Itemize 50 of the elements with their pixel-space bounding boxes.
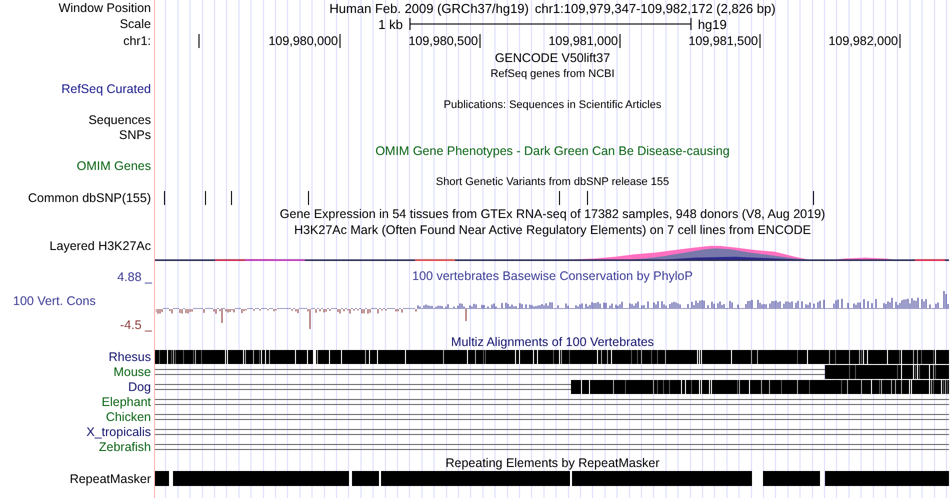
track-label[interactable]: RepeatMasker — [70, 472, 151, 486]
track-title: GENCODE V50lift37 — [494, 52, 610, 64]
snp-tick — [231, 191, 232, 205]
position-text: chr1:109,979,347-109,982,172 (2,826 bp) — [534, 2, 776, 14]
track-label[interactable]: 100 Vert. Cons — [0, 294, 96, 308]
tick-label: 109,980,500 — [408, 34, 478, 48]
axis-min-label: -4.5 _ — [120, 318, 152, 331]
tick-label: 109,980,000 — [268, 34, 338, 48]
tick-label: 109,981,500 — [688, 34, 758, 48]
repeat-block — [155, 471, 169, 486]
species-label[interactable]: Elephant — [102, 396, 151, 409]
track-label: chr1: — [123, 34, 151, 48]
species-label[interactable]: Rhesus — [108, 351, 151, 364]
track-label[interactable]: Sequences — [88, 114, 151, 127]
track-label: Scale — [120, 18, 151, 30]
tick-mark — [198, 34, 200, 48]
axis-max-label: 4.88 _ — [117, 271, 152, 284]
track-label[interactable]: OMIM Genes — [76, 160, 151, 173]
species-label[interactable]: Dog — [128, 381, 151, 394]
repeat-block — [352, 471, 379, 486]
track-title: 100 vertebrates Basewise Conservation by PhyloP — [412, 270, 693, 282]
species-label[interactable]: X_tropicalis — [86, 426, 151, 439]
track-title: Repeating Elements by RepeatMasker — [445, 456, 660, 470]
tick-label: 109,982,000 — [828, 34, 898, 48]
track-label[interactable]: SNPs — [119, 129, 151, 142]
track-label: Window Position — [58, 2, 151, 14]
track-title: Short Genetic Variants from dbSNP release 155 — [436, 176, 670, 188]
track-title: Multiz Alignments of 100 Vertebrates — [451, 336, 654, 348]
species-label[interactable]: Zebrafish — [98, 441, 151, 454]
track-title: Publications: Sequences in Scientific Articles — [444, 100, 662, 110]
tick-label: 109,981,000 — [548, 34, 618, 48]
species-label[interactable]: Chicken — [106, 411, 151, 424]
snp-tick — [205, 191, 206, 205]
track-label[interactable]: Layered H3K27Ac — [50, 240, 151, 252]
snp-tick — [587, 191, 588, 205]
repeat-block — [763, 471, 820, 486]
snp-tick — [308, 191, 309, 205]
track-title: H3K27Ac Mark (Often Found Near Active Regulatory Elements) on 7 cell lines from ENCODE — [294, 224, 811, 236]
scale-length: 1 kb — [378, 18, 403, 30]
snp-tick — [559, 191, 560, 205]
species-label[interactable]: Mouse — [113, 366, 151, 379]
snp-tick — [164, 191, 165, 205]
scale-assembly: hg19 — [698, 18, 727, 30]
track-title: RefSeq genes from NCBI — [490, 68, 615, 80]
track-title: OMIM Gene Phenotypes - Dark Green Can Be Disease-causing — [375, 144, 730, 158]
track-label[interactable]: Common dbSNP(155) — [28, 192, 151, 204]
track-title: Gene Expression in 54 tissues from GTEx RNA-seq of 17382 samples, 948 donors (V8, Aug 2019) — [280, 208, 826, 220]
snp-tick — [813, 191, 814, 205]
track-label[interactable]: RefSeq Curated — [61, 83, 151, 96]
assembly-text: Human Feb. 2009 (GRCh37/hg19) — [329, 2, 529, 14]
